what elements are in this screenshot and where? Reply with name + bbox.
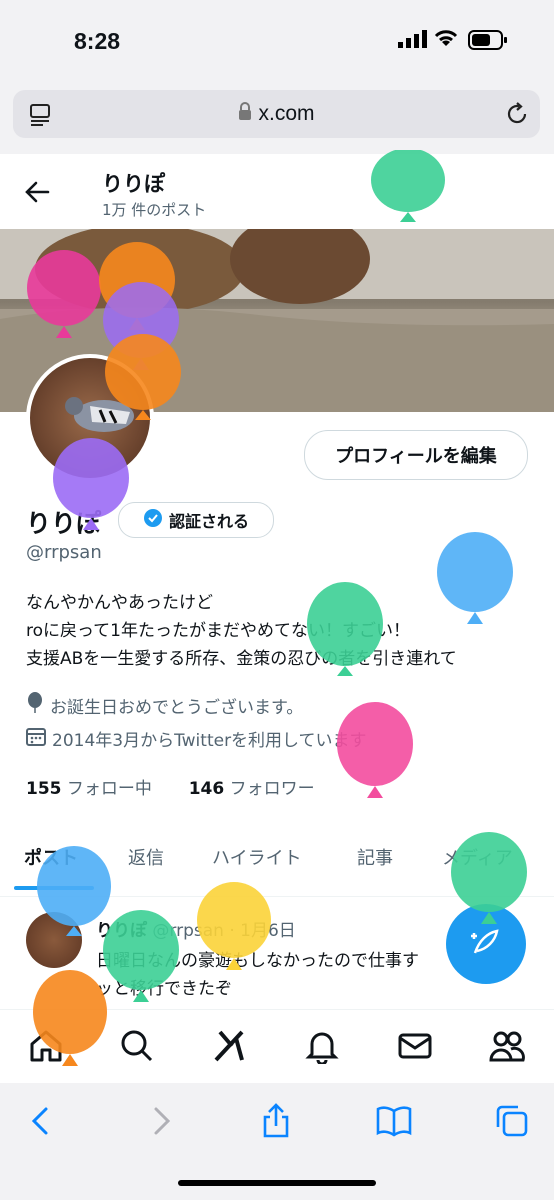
safari-forward-icon[interactable] xyxy=(142,1103,178,1139)
reload-icon[interactable] xyxy=(505,102,529,130)
bookmarks-icon[interactable] xyxy=(376,1103,412,1139)
birthday-text: お誕生日おめでとうございます。 xyxy=(50,698,304,718)
profile-handle: @rrpsan xyxy=(26,542,102,563)
people-icon[interactable] xyxy=(489,1028,525,1064)
verified-badge-icon xyxy=(143,508,163,532)
balloon-icon xyxy=(26,692,44,719)
joined-text: 2014年3月からTwitterを利用しています xyxy=(52,731,367,751)
grok-icon[interactable] xyxy=(212,1028,248,1064)
joined-row: 2014年3月からTwitterを利用しています xyxy=(26,726,367,751)
balloon-decoration xyxy=(26,250,102,344)
header-post-count: 1万 件のポスト xyxy=(102,201,207,219)
search-icon[interactable] xyxy=(119,1028,155,1064)
balloon-decoration xyxy=(436,532,514,628)
tab-articles[interactable]: 記事 xyxy=(357,844,393,870)
edit-profile-button[interactable]: プロフィールを編集 xyxy=(304,430,528,480)
status-time: 8:28 xyxy=(74,28,121,54)
followers-link[interactable]: 146 フォロワー xyxy=(189,779,315,799)
following-link[interactable]: 155 フォロー中 xyxy=(26,779,152,799)
home-indicator xyxy=(178,1180,376,1186)
compose-icon xyxy=(469,925,503,963)
birthday-row: お誕生日おめでとうございます。 xyxy=(26,692,303,719)
follow-stats: 155 フォロー中 146 フォロワー xyxy=(26,774,315,799)
tabs-icon[interactable] xyxy=(494,1103,530,1139)
bio-line: なんやかんやあったけど xyxy=(26,593,213,613)
mail-icon[interactable] xyxy=(397,1028,433,1064)
battery-icon xyxy=(468,30,508,54)
url-text: x.com xyxy=(13,102,540,126)
header-title: りりぽ xyxy=(102,172,165,196)
balloon-decoration xyxy=(450,832,528,928)
lock-icon xyxy=(238,102,252,126)
balloon-decoration xyxy=(370,148,446,226)
url-bar[interactable]: x.com xyxy=(13,90,540,138)
verify-button[interactable]: 認証される xyxy=(118,502,274,538)
balloon-decoration xyxy=(336,702,414,802)
balloon-decoration xyxy=(104,334,182,424)
share-icon[interactable] xyxy=(258,1103,294,1139)
calendar-icon xyxy=(26,726,46,751)
tab-highlights[interactable]: ハイライト xyxy=(212,844,302,870)
balloon-decoration xyxy=(102,910,180,1006)
balloon-decoration xyxy=(196,882,272,976)
back-arrow-icon[interactable] xyxy=(24,180,50,208)
verify-label: 認証される xyxy=(168,512,249,531)
bio-line: 支援ABを一生愛する所存、金策の忍びの者を引き連れて xyxy=(26,649,457,669)
bell-icon[interactable] xyxy=(304,1028,340,1066)
balloon-decoration xyxy=(36,846,112,940)
safari-back-icon[interactable] xyxy=(24,1103,60,1139)
wifi-icon xyxy=(433,28,459,52)
balloon-decoration xyxy=(52,438,130,534)
signal-icon xyxy=(398,30,428,52)
tab-replies[interactable]: 返信 xyxy=(128,844,164,870)
balloon-decoration xyxy=(306,582,384,680)
balloon-decoration xyxy=(32,970,108,1070)
